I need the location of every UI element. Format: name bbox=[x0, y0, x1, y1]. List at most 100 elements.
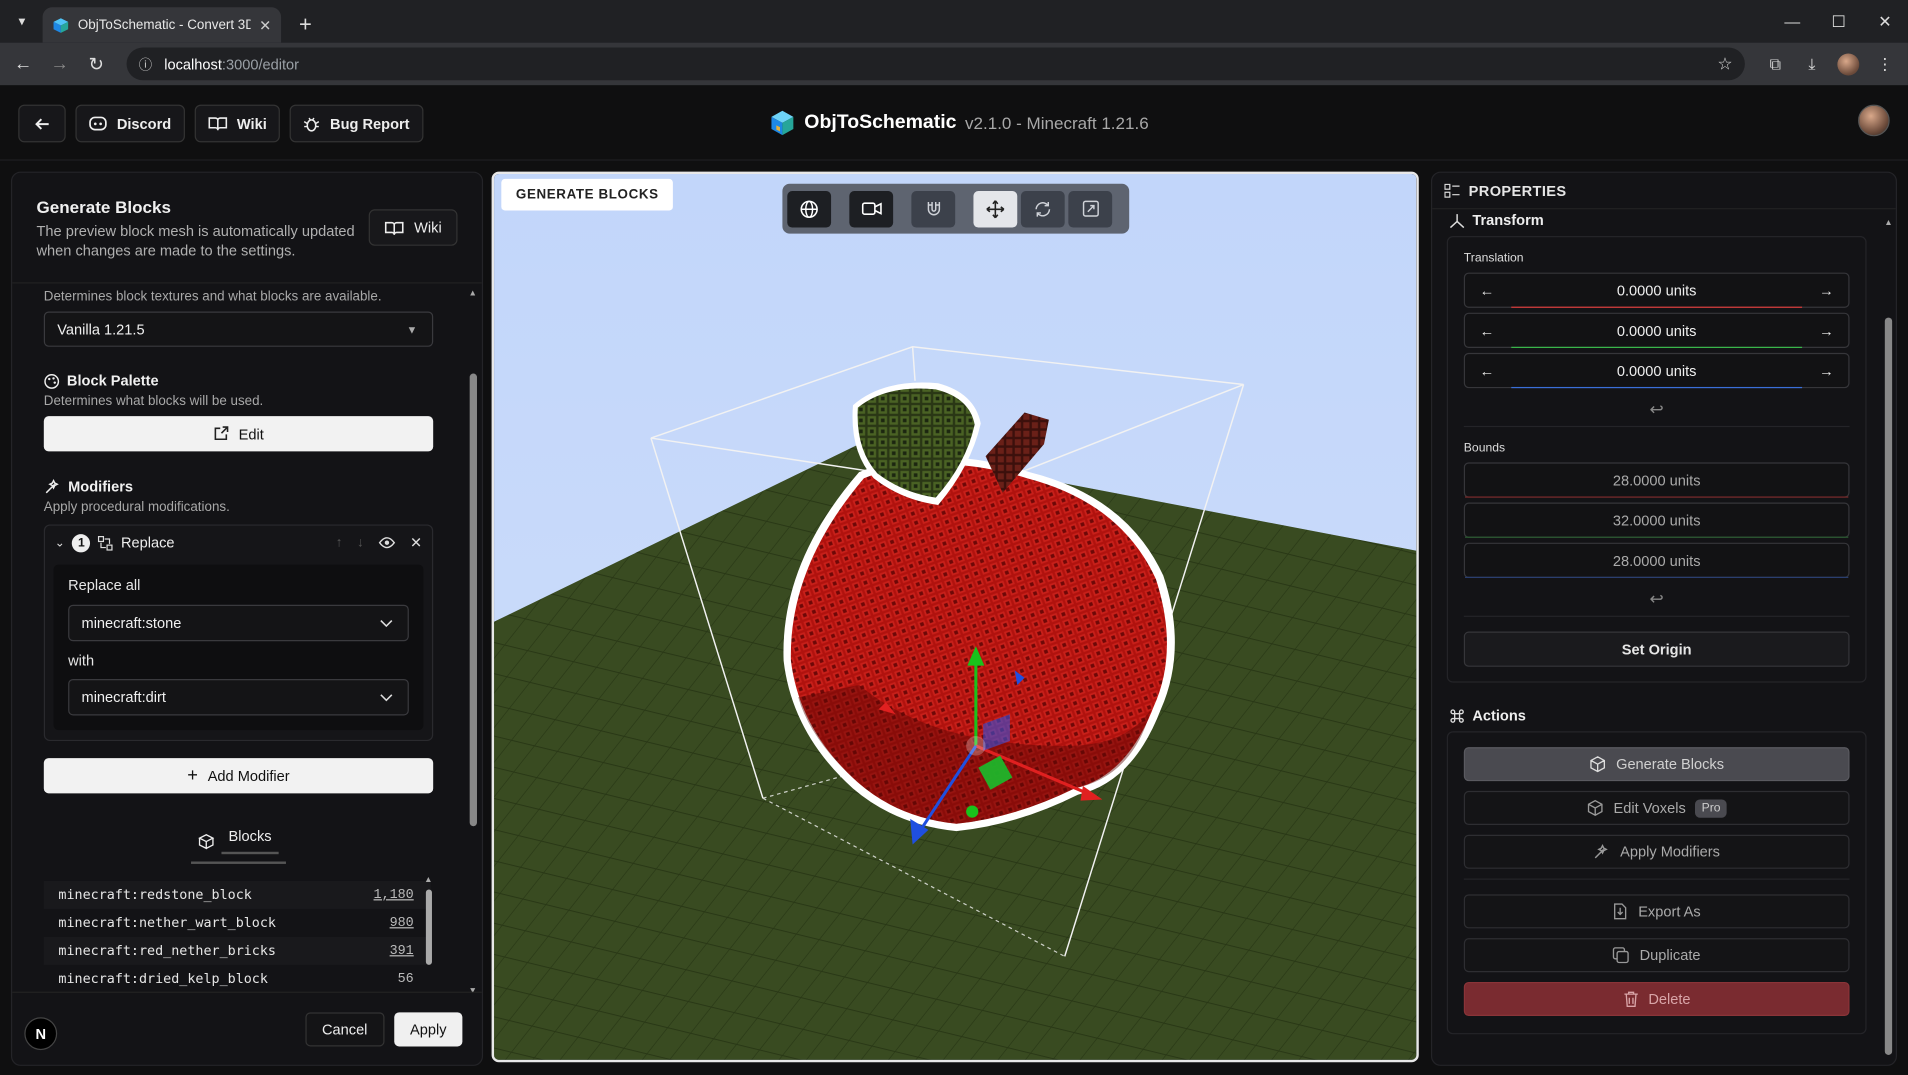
user-avatar[interactable] bbox=[1858, 104, 1890, 137]
collapse-chevron-icon[interactable]: ⌄ bbox=[55, 536, 65, 549]
replace-all-label: Replace all bbox=[68, 576, 141, 594]
tab-close-icon[interactable]: ✕ bbox=[259, 16, 271, 33]
reload-icon[interactable]: ↻ bbox=[83, 50, 110, 77]
increment-x-icon[interactable]: → bbox=[1819, 282, 1834, 299]
replace-from-select[interactable]: minecraft:stone bbox=[68, 604, 409, 642]
translation-x-field[interactable]: ← 0.0000 units → bbox=[1463, 272, 1850, 308]
translation-z-field[interactable]: ← 0.0000 units → bbox=[1463, 352, 1850, 389]
replace-to-select[interactable]: minecraft:dirt bbox=[68, 678, 409, 716]
back-button[interactable] bbox=[18, 104, 66, 143]
decrement-z-icon[interactable]: ← bbox=[1480, 362, 1495, 379]
block-count[interactable]: 980 bbox=[390, 916, 414, 931]
block-palette-heading: Block Palette bbox=[44, 372, 465, 389]
decrement-x-icon[interactable]: ← bbox=[1480, 282, 1495, 299]
browser-menu-icon[interactable]: ⋮ bbox=[1871, 50, 1898, 77]
translation-y-value: 0.0000 units bbox=[1616, 321, 1697, 339]
set-origin-button[interactable]: Set Origin bbox=[1463, 631, 1850, 667]
forward-icon[interactable]: → bbox=[46, 50, 73, 77]
discord-button[interactable]: Discord bbox=[75, 104, 185, 143]
delete-button[interactable]: Delete bbox=[1463, 981, 1850, 1017]
table-row: minecraft:dried_kelp_block 56 bbox=[44, 965, 431, 991]
app-favicon-icon bbox=[53, 17, 69, 33]
browser-tabbar: ▾ ObjToSchematic - Convert 3D m ✕ + — ☐ … bbox=[0, 0, 1908, 43]
address-bar[interactable]: ⓘ localhost:3000/editor ☆ bbox=[126, 47, 1745, 81]
bug-report-button[interactable]: Bug Report bbox=[289, 104, 423, 143]
translation-y-field[interactable]: ← 0.0000 units → bbox=[1463, 312, 1850, 349]
properties-scrollbar[interactable]: ▲ bbox=[1884, 219, 1894, 1059]
eye-icon[interactable] bbox=[378, 537, 396, 549]
minimize-icon[interactable]: — bbox=[1769, 0, 1815, 43]
external-edit-icon bbox=[214, 426, 229, 441]
nextjs-badge[interactable]: N bbox=[24, 1017, 58, 1051]
chevron-down-icon bbox=[380, 693, 393, 701]
axis-icon bbox=[1449, 213, 1465, 228]
cube-icon bbox=[1587, 799, 1603, 817]
texture-pack-select[interactable]: Vanilla 1.21.5 ▼ bbox=[43, 311, 434, 347]
downloads-icon[interactable]: ⤓ bbox=[1798, 50, 1825, 77]
tab-search-chevron-icon[interactable]: ▾ bbox=[9, 7, 36, 34]
screen: ▾ ObjToSchematic - Convert 3D m ✕ + — ☐ … bbox=[0, 0, 1908, 1075]
panel-scrollbar[interactable]: ▲ ▼ bbox=[468, 290, 477, 996]
maximize-icon[interactable]: ☐ bbox=[1815, 0, 1861, 43]
apply-button[interactable]: Apply bbox=[394, 1011, 463, 1046]
bounds-z-value: 28.0000 units bbox=[1612, 551, 1701, 569]
table-scrollbar[interactable]: ▲ bbox=[423, 876, 433, 988]
modifier-name: Replace bbox=[120, 534, 175, 552]
transform-card: Translation ← 0.0000 units → ← 0.0000 un… bbox=[1446, 236, 1867, 683]
panel-wiki-button[interactable]: Wiki bbox=[369, 209, 458, 246]
block-count[interactable]: 1,180 bbox=[374, 888, 414, 903]
apply-modifiers-button[interactable]: Apply Modifiers bbox=[1463, 834, 1850, 869]
export-as-button[interactable]: Export As bbox=[1463, 894, 1850, 929]
reset-bounds-icon[interactable]: ↩ bbox=[1463, 583, 1850, 617]
video-camera-icon bbox=[861, 202, 882, 215]
export-file-icon bbox=[1614, 903, 1627, 920]
3d-viewport[interactable]: GENERATE BLOCKS bbox=[491, 171, 1419, 1063]
browser-profile-icon[interactable] bbox=[1835, 50, 1862, 77]
increment-z-icon[interactable]: → bbox=[1819, 362, 1834, 379]
with-label: with bbox=[68, 652, 95, 670]
remove-modifier-icon[interactable]: ✕ bbox=[410, 534, 422, 551]
rotate-tool-button[interactable] bbox=[1020, 190, 1065, 227]
replace-to-value: minecraft:dirt bbox=[81, 688, 166, 706]
site-info-icon[interactable]: ⓘ bbox=[139, 54, 152, 73]
settings-scroll-area[interactable]: Determines block textures and what block… bbox=[12, 285, 465, 991]
new-tab-button[interactable]: + bbox=[291, 10, 320, 39]
back-icon[interactable]: ← bbox=[10, 50, 37, 77]
table-row: minecraft:red_nether_bricks 391 bbox=[43, 936, 431, 965]
panel-header: Generate Blocks The preview block mesh i… bbox=[12, 173, 482, 284]
move-down-icon[interactable]: ↓ bbox=[357, 535, 364, 550]
block-count[interactable]: 391 bbox=[390, 944, 414, 959]
bookmark-star-icon[interactable]: ☆ bbox=[1717, 54, 1732, 75]
voxel-scene bbox=[494, 174, 1417, 1060]
bounds-y-value: 32.0000 units bbox=[1612, 511, 1701, 529]
modifiers-title: Modifiers bbox=[68, 478, 134, 496]
browser-tab[interactable]: ObjToSchematic - Convert 3D m ✕ bbox=[42, 7, 282, 43]
actions-heading: Actions bbox=[1432, 707, 1882, 724]
scale-tool-button[interactable] bbox=[1068, 190, 1113, 227]
translation-x-value: 0.0000 units bbox=[1616, 281, 1697, 299]
edit-voxels-button[interactable]: Edit Voxels Pro bbox=[1463, 790, 1850, 825]
duplicate-button[interactable]: Duplicate bbox=[1463, 938, 1850, 973]
add-modifier-button[interactable]: + Add Modifier bbox=[43, 758, 434, 794]
reset-translation-icon[interactable]: ↩ bbox=[1463, 393, 1850, 428]
edit-palette-button[interactable]: Edit bbox=[43, 416, 434, 452]
magnet-snap-button[interactable] bbox=[911, 190, 956, 227]
generate-blocks-button[interactable]: Generate Blocks bbox=[1463, 747, 1850, 782]
extensions-icon[interactable]: ⧉ bbox=[1762, 50, 1789, 77]
move-up-icon[interactable]: ↑ bbox=[336, 535, 343, 550]
blocks-tab-label: Blocks bbox=[221, 827, 279, 855]
bounds-x-value: 28.0000 units bbox=[1612, 471, 1701, 489]
block-name: minecraft:red_nether_bricks bbox=[58, 943, 276, 959]
globe-view-button[interactable] bbox=[787, 190, 832, 227]
decrement-y-icon[interactable]: ← bbox=[1480, 322, 1495, 339]
increment-y-icon[interactable]: → bbox=[1819, 322, 1834, 339]
generate-blocks-label: Generate Blocks bbox=[1616, 755, 1725, 773]
app-header: Discord Wiki Bug Report ObjToSchematic v… bbox=[0, 88, 1908, 161]
translate-tool-button[interactable] bbox=[973, 190, 1018, 227]
wiki-button[interactable]: Wiki bbox=[194, 104, 281, 143]
blocks-tab[interactable]: Blocks bbox=[190, 827, 287, 864]
camera-button[interactable] bbox=[849, 190, 894, 227]
translation-z-value: 0.0000 units bbox=[1616, 361, 1697, 380]
close-window-icon[interactable]: ✕ bbox=[1862, 0, 1908, 43]
cancel-button[interactable]: Cancel bbox=[304, 1011, 385, 1046]
